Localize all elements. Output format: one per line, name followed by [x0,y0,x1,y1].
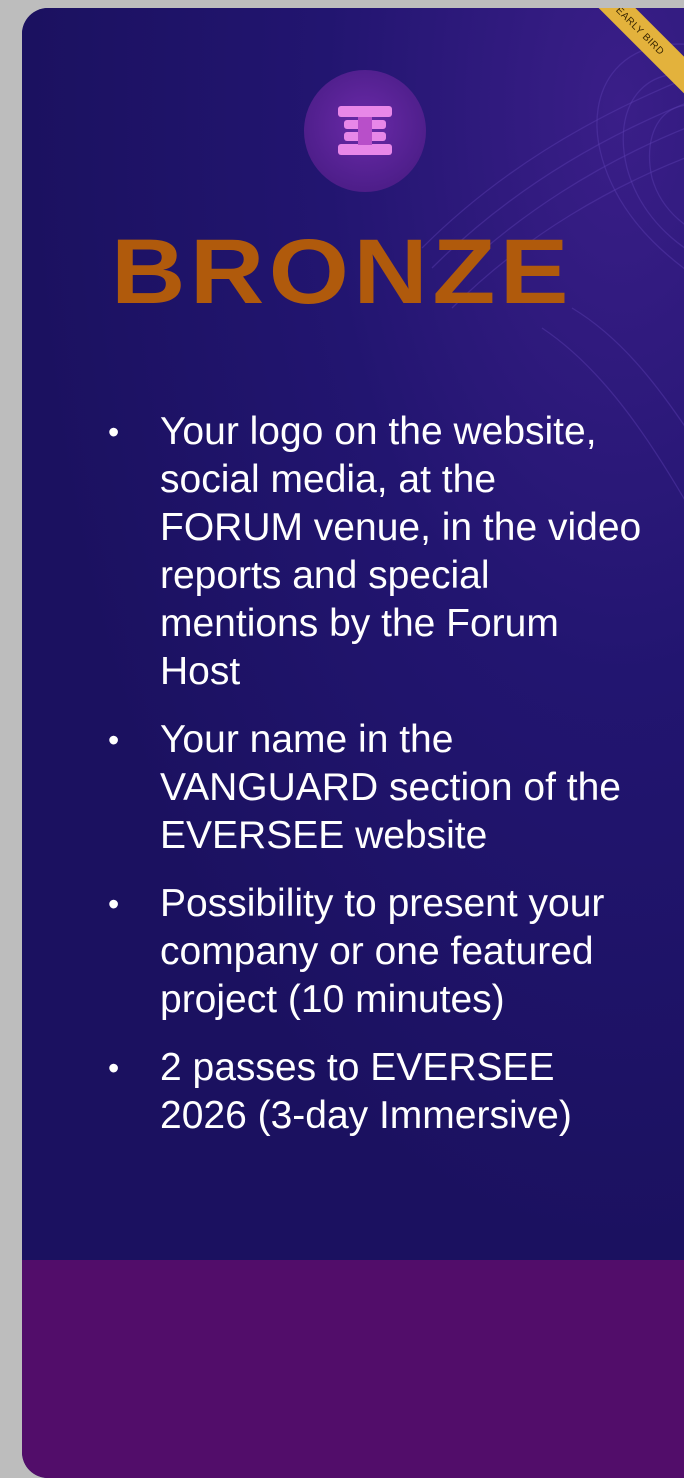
benefit-text: 2 passes to EVERSEE 2026 (3-day Immersiv… [160,1046,572,1137]
list-item: • 2 passes to EVERSEE 2026 (3-day Immers… [108,1044,648,1140]
logo-badge [304,70,426,192]
tier-title: BRONZE [111,221,573,323]
bullet-icon: • [108,414,120,450]
benefit-text: Your name in the VANGUARD section of the… [160,718,621,857]
benefit-text: Your logo on the website, social media, … [160,410,642,693]
card-footer [22,1260,684,1478]
bullet-icon: • [108,722,120,758]
bullet-icon: • [108,886,120,922]
eversee-logo-icon [338,106,392,155]
list-item: • Your name in the VANGUARD section of t… [108,716,648,860]
benefits-list: • Your logo on the website, social media… [108,408,648,1160]
list-item: • Your logo on the website, social media… [108,408,648,696]
bullet-icon: • [108,1050,120,1086]
list-item: • Possibility to present your company or… [108,880,648,1024]
benefit-text: Possibility to present your company or o… [160,882,605,1021]
sponsorship-card: EARLY BIRD BRONZE • Your logo on the web… [22,8,684,1478]
